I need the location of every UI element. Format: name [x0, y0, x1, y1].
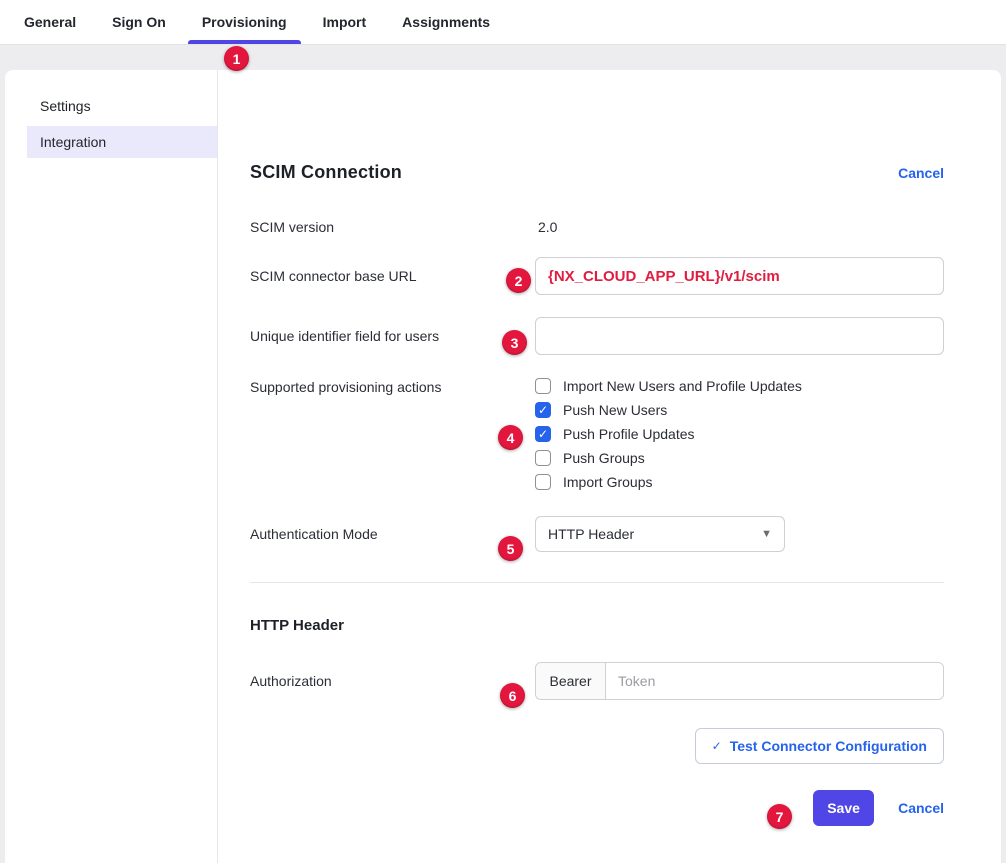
auth-mode-select[interactable]: HTTP Header ▼	[535, 516, 785, 552]
scim-version-value: 2.0	[535, 219, 944, 235]
authorization-row: Authorization Bearer	[250, 662, 944, 700]
unique-id-label: Unique identifier field for users	[250, 328, 535, 344]
annotation-badge-6: 6	[500, 683, 525, 708]
sidebar-header: Settings	[40, 98, 217, 114]
checkbox-label: Import New Users and Profile Updates	[563, 378, 802, 394]
annotation-badge-1: 1	[224, 46, 249, 71]
page-title: SCIM Connection	[250, 162, 402, 183]
tab-import[interactable]: Import	[305, 0, 385, 44]
base-url-label: SCIM connector base URL	[250, 268, 535, 284]
header-cancel-link[interactable]: Cancel	[898, 165, 944, 181]
checkbox-label: Push New Users	[563, 402, 667, 418]
provisioning-actions-label: Supported provisioning actions	[250, 377, 535, 395]
base-url-input[interactable]	[535, 257, 944, 295]
http-header-section-title: HTTP Header	[250, 617, 944, 634]
test-connector-row: ✓ Test Connector Configuration	[250, 728, 944, 764]
unique-id-row: Unique identifier field for users	[250, 317, 944, 355]
base-url-row: SCIM connector base URL	[250, 257, 944, 295]
form-actions-row: Save Cancel	[250, 790, 944, 826]
section-divider	[250, 582, 944, 583]
auth-mode-selected-value: HTTP Header	[548, 526, 634, 542]
check-icon: ✓	[712, 739, 722, 753]
annotation-badge-3: 3	[502, 330, 527, 355]
checkbox-icon[interactable]	[535, 474, 551, 490]
provisioning-card: Settings Integration SCIM Connection Can…	[5, 70, 1001, 863]
scim-connection-form: SCIM Connection Cancel SCIM version 2.0 …	[218, 70, 1001, 863]
page: General Sign On Provisioning Import Assi…	[0, 0, 1006, 863]
checkbox-label: Import Groups	[563, 474, 652, 490]
checkbox-row-push-profile-updates[interactable]: Push Profile Updates	[535, 426, 944, 442]
checkbox-label: Push Groups	[563, 450, 645, 466]
auth-mode-row: Authentication Mode HTTP Header ▼	[250, 516, 944, 552]
provisioning-actions-list: Import New Users and Profile Updates Pus…	[535, 377, 944, 490]
tab-sign-on[interactable]: Sign On	[94, 0, 184, 44]
checkbox-row-push-new-users[interactable]: Push New Users	[535, 402, 944, 418]
chevron-down-icon: ▼	[761, 528, 772, 540]
auth-mode-label: Authentication Mode	[250, 526, 535, 542]
bearer-prefix: Bearer	[536, 663, 606, 699]
tab-assignments[interactable]: Assignments	[384, 0, 508, 44]
checkbox-icon[interactable]	[535, 378, 551, 394]
checkbox-row-push-groups[interactable]: Push Groups	[535, 450, 944, 466]
authorization-input-group: Bearer	[535, 662, 944, 700]
annotation-badge-5: 5	[498, 536, 523, 561]
checkbox-row-import-groups[interactable]: Import Groups	[535, 474, 944, 490]
app-tabbar: General Sign On Provisioning Import Assi…	[0, 0, 1006, 45]
form-header: SCIM Connection Cancel	[250, 162, 944, 183]
save-button[interactable]: Save	[813, 790, 874, 826]
unique-id-input[interactable]	[535, 317, 944, 355]
tab-provisioning[interactable]: Provisioning	[184, 0, 305, 44]
checkbox-icon[interactable]	[535, 450, 551, 466]
cancel-button[interactable]: Cancel	[898, 800, 944, 816]
test-connector-button[interactable]: ✓ Test Connector Configuration	[695, 728, 944, 764]
annotation-badge-4: 4	[498, 425, 523, 450]
sidebar-item-integration[interactable]: Integration	[27, 126, 217, 158]
annotation-badge-2: 2	[506, 268, 531, 293]
checkbox-label: Push Profile Updates	[563, 426, 695, 442]
tab-general[interactable]: General	[6, 0, 94, 44]
settings-sidebar: Settings Integration	[5, 70, 218, 863]
provisioning-actions-row: Supported provisioning actions Import Ne…	[250, 377, 944, 490]
authorization-label: Authorization	[250, 673, 535, 689]
token-input[interactable]	[606, 663, 943, 699]
checkbox-icon[interactable]	[535, 426, 551, 442]
checkbox-icon[interactable]	[535, 402, 551, 418]
scim-version-label: SCIM version	[250, 219, 535, 235]
annotation-badge-7: 7	[767, 804, 792, 829]
scim-version-row: SCIM version 2.0	[250, 219, 944, 235]
test-connector-label: Test Connector Configuration	[730, 738, 927, 754]
checkbox-row-import-new-users[interactable]: Import New Users and Profile Updates	[535, 378, 944, 394]
